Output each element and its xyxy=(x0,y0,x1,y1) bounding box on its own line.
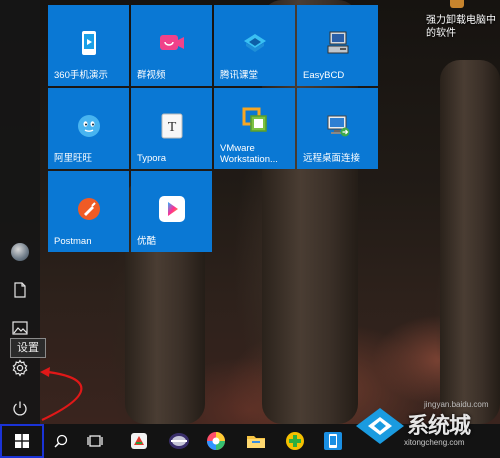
tile-label: 腾讯课堂 xyxy=(220,70,259,81)
tile-label: 远程桌面连接 xyxy=(303,153,361,164)
youku-icon xyxy=(158,195,186,223)
tile-aliwangwang[interactable]: 阿里旺旺 xyxy=(48,88,129,169)
desktop-shortcut[interactable]: 强力卸载电脑中的软件 xyxy=(420,0,500,44)
tile-youku[interactable]: 优酷 xyxy=(131,171,212,252)
power-icon[interactable] xyxy=(0,390,40,426)
tile-group-video[interactable]: 群视频 xyxy=(131,5,212,86)
app-icon-1[interactable] xyxy=(120,424,158,458)
tree-trunk xyxy=(440,60,500,424)
watermark-title: 系统城 xyxy=(407,413,471,438)
start-menu-sidebar xyxy=(0,0,40,424)
tile-tencent-classroom[interactable]: 腾讯课堂 xyxy=(214,5,295,86)
tile-postman[interactable]: Postman xyxy=(48,171,129,252)
file-explorer-icon[interactable] xyxy=(237,424,275,458)
task-view-icon[interactable] xyxy=(76,424,114,458)
watermark-logo xyxy=(356,408,404,444)
user-avatar[interactable] xyxy=(0,234,40,270)
tile-vmware[interactable]: VMware Workstation... xyxy=(214,88,295,169)
settings-tooltip: 设置 xyxy=(10,338,46,358)
tile-label: 群视频 xyxy=(137,70,166,81)
tile-label: EasyBCD xyxy=(303,70,345,81)
tile-remote-desktop[interactable]: 远程桌面连接 xyxy=(297,88,378,169)
desktop-shortcut-label: 强力卸载电脑中的软件 xyxy=(426,15,496,39)
phone-screen-icon xyxy=(75,29,103,57)
tile-label: 360手机演示 xyxy=(54,70,108,81)
documents-icon[interactable] xyxy=(0,272,40,308)
app-icon-5[interactable] xyxy=(276,424,314,458)
tencent-classroom-icon xyxy=(241,29,269,57)
uninstaller-icon xyxy=(450,0,464,8)
vmware-icon xyxy=(241,106,269,134)
typora-icon: T xyxy=(158,112,186,140)
tile-easybcd[interactable]: EasyBCD xyxy=(297,5,378,86)
app-icon-6[interactable] xyxy=(314,424,352,458)
tile-label: 优酷 xyxy=(137,236,157,247)
tile-label: VMware Workstation... xyxy=(220,143,278,165)
watermark-site: xitongcheng.com xyxy=(404,438,465,447)
start-button[interactable] xyxy=(0,424,44,458)
postman-icon xyxy=(75,195,103,223)
tile-label: 阿里旺旺 xyxy=(54,153,93,164)
easybcd-icon xyxy=(324,29,352,57)
search-icon[interactable] xyxy=(42,424,80,458)
watermark: jingyan.baidu.com 系统城 xitongcheng.com xyxy=(352,398,500,458)
svg-text:T: T xyxy=(167,120,176,135)
app-icon-2[interactable] xyxy=(160,424,198,458)
tile-label: Postman xyxy=(54,236,92,247)
tile-typora[interactable]: T Typora xyxy=(131,88,212,169)
app-icon-3[interactable] xyxy=(197,424,235,458)
remote-desktop-icon xyxy=(324,112,352,140)
video-chat-icon xyxy=(158,29,186,57)
aliwangwang-icon xyxy=(75,112,103,140)
tile-360-phone-demo[interactable]: 360手机演示 xyxy=(48,5,129,86)
tile-label: Typora xyxy=(137,153,167,164)
